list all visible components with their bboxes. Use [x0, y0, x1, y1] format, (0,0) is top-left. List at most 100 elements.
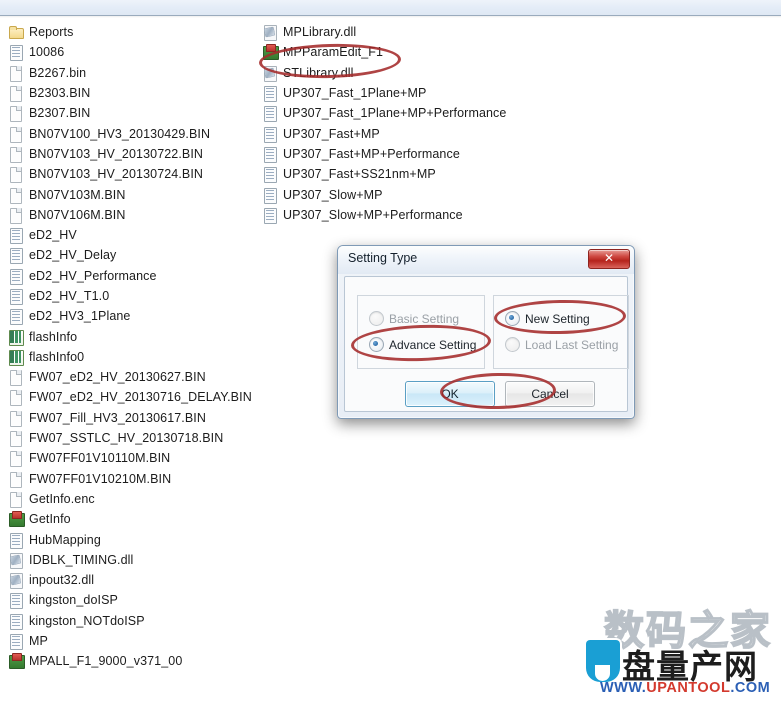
radio-new-setting[interactable]: New Setting — [505, 311, 590, 326]
file-list-item[interactable]: B2307.BIN — [8, 103, 258, 123]
file-list-item[interactable]: UP307_Slow+MP+Performance — [262, 205, 562, 225]
file-name-label: UP307_Fast+MP+Performance — [283, 146, 460, 161]
file-list-item[interactable]: UP307_Fast_1Plane+MP — [262, 83, 562, 103]
file-list-item[interactable]: eD2_HV3_1Plane — [8, 306, 258, 326]
file-list-item[interactable]: inpout32.dll — [8, 570, 258, 590]
file-list-item[interactable]: FW07_Fill_HV3_20130617.BIN — [8, 408, 258, 428]
dll-icon — [8, 552, 24, 569]
file-list-item[interactable]: FW07_eD2_HV_20130716_DELAY.BIN — [8, 387, 258, 407]
radio-basic-setting[interactable]: Basic Setting — [369, 311, 459, 326]
document-icon — [8, 430, 24, 448]
file-list-item[interactable]: BN07V103_HV_20130724.BIN — [8, 164, 258, 184]
application-icon — [262, 44, 279, 61]
document-icon — [8, 187, 24, 204]
dialog-title-bar: Setting Type ✕ — [338, 246, 634, 274]
file-list-item[interactable]: MPLibrary.dll — [262, 22, 562, 42]
watermark-url: WWW.UPANTOOL.COM — [600, 680, 770, 696]
file-list-item[interactable]: eD2_HV_T1.0 — [8, 286, 258, 306]
close-icon[interactable]: ✕ — [588, 249, 630, 269]
spreadsheet-icon — [8, 329, 24, 346]
file-list-item[interactable]: Reports — [8, 22, 258, 42]
file-list-item[interactable]: eD2_HV — [8, 225, 258, 245]
file-list-item[interactable]: B2303.BIN — [8, 83, 258, 103]
file-list-item[interactable]: kingston_doISP — [8, 590, 258, 610]
document-icon — [8, 146, 24, 163]
file-list-item[interactable]: B2267.bin — [8, 63, 258, 83]
file-name-label: BN07V106M.BIN — [29, 207, 126, 222]
file-list-item[interactable]: BN07V106M.BIN — [8, 205, 258, 225]
file-name-label: UP307_Fast+SS21nm+MP — [283, 167, 436, 182]
radio-new-setting-indicator — [505, 311, 520, 326]
document-icon — [8, 105, 24, 123]
spreadsheet-icon — [8, 349, 24, 366]
file-list-left-column: Reports 10086 B2267.bin B2303.BIN B2307.BIN B… — [8, 22, 258, 672]
file-list-item[interactable]: eD2_HV_Performance — [8, 266, 258, 286]
document-icon — [8, 126, 24, 143]
radio-load-last-setting[interactable]: Load Last Setting — [505, 337, 618, 352]
file-list-item[interactable]: BN07V100_HV3_20130429.BIN — [8, 123, 258, 143]
file-name-label: UP307_Slow+MP+Performance — [283, 207, 463, 222]
config-file-icon — [8, 532, 24, 549]
file-name-label: eD2_HV3_1Plane — [29, 309, 131, 324]
file-name-label: FW07_eD2_HV_20130627.BIN — [29, 370, 206, 385]
watermark: 数码之家 盘量产网 WWW.UPANTOOL.COM — [586, 598, 776, 702]
radio-advance-setting[interactable]: Advance Setting — [369, 337, 476, 352]
radio-basic-setting-indicator — [369, 311, 384, 326]
file-list-item[interactable]: MPParamEdit_F1 — [262, 42, 562, 62]
file-name-label: STLibrary.dll — [283, 65, 354, 80]
dll-icon — [262, 24, 278, 42]
file-list-item[interactable]: flashInfo — [8, 326, 258, 346]
application-icon — [8, 653, 25, 670]
file-name-label: UP307_Fast_1Plane+MP+Performance — [283, 106, 507, 121]
radio-advance-setting-indicator — [369, 337, 384, 352]
file-name-label: kingston_NOTdoISP — [29, 613, 145, 628]
file-list-item[interactable]: UP307_Slow+MP — [262, 184, 562, 204]
file-list-item[interactable]: BN07V103_HV_20130722.BIN — [8, 144, 258, 164]
file-name-label: MPLibrary.dll — [283, 25, 357, 40]
config-file-icon — [8, 288, 24, 305]
file-name-label: eD2_HV_Delay — [29, 248, 117, 263]
config-file-icon — [262, 105, 278, 123]
application-icon — [8, 511, 25, 528]
file-name-label: GetInfo.enc — [29, 491, 95, 506]
file-list-item[interactable]: GetInfo — [8, 509, 258, 529]
folder-icon — [8, 24, 24, 40]
file-list-item[interactable]: GetInfo.enc — [8, 489, 258, 509]
file-list-item[interactable]: flashInfo0 — [8, 347, 258, 367]
file-name-label: FW07_Fill_HV3_20130617.BIN — [29, 410, 207, 425]
file-list-item[interactable]: UP307_Fast+SS21nm+MP — [262, 164, 562, 184]
window-chrome-shadow — [0, 16, 781, 18]
dll-icon — [262, 65, 278, 82]
file-list-item[interactable]: eD2_HV_Delay — [8, 245, 258, 265]
dialog-body: Basic Setting Advance Setting New Settin… — [344, 276, 629, 412]
dll-icon — [8, 572, 24, 590]
file-list-item[interactable]: 10086 — [8, 42, 258, 62]
file-name-label: FW07_eD2_HV_20130716_DELAY.BIN — [29, 390, 252, 405]
file-list-item[interactable]: BN07V103M.BIN — [8, 184, 258, 204]
file-list-item[interactable]: UP307_Fast_1Plane+MP+Performance — [262, 103, 562, 123]
config-file-icon — [8, 613, 24, 630]
file-name-label: B2303.BIN — [29, 86, 91, 101]
file-name-label: BN07V100_HV3_20130429.BIN — [29, 126, 211, 141]
file-name-label: GetInfo — [29, 512, 71, 527]
file-list-item[interactable]: UP307_Fast+MP — [262, 123, 562, 143]
file-list-item[interactable]: FW07FF01V10110M.BIN — [8, 448, 258, 468]
watermark-url-tld: .COM — [730, 680, 771, 696]
cancel-button[interactable]: Cancel — [505, 381, 595, 407]
file-list-item[interactable]: FW07_SSTLC_HV_20130718.BIN — [8, 428, 258, 448]
setting-mode-group — [357, 295, 485, 369]
file-list-item[interactable]: UP307_Fast+MP+Performance — [262, 144, 562, 164]
file-list-item[interactable]: MPALL_F1_9000_v371_00 — [8, 651, 258, 671]
file-list-item[interactable]: FW07FF01V10210M.BIN — [8, 469, 258, 489]
file-list-item[interactable]: HubMapping — [8, 529, 258, 549]
file-list-item[interactable]: MP — [8, 631, 258, 651]
file-name-label: 10086 — [29, 45, 65, 60]
file-name-label: flashInfo0 — [29, 349, 85, 364]
file-list-item[interactable]: STLibrary.dll — [262, 63, 562, 83]
file-list-item[interactable]: IDBLK_TIMING.dll — [8, 550, 258, 570]
file-list-item[interactable]: kingston_NOTdoISP — [8, 611, 258, 631]
file-list-item[interactable]: FW07_eD2_HV_20130627.BIN — [8, 367, 258, 387]
file-name-label: IDBLK_TIMING.dll — [29, 552, 134, 567]
dialog-title: Setting Type — [348, 251, 418, 265]
ok-button[interactable]: OK — [405, 381, 495, 407]
